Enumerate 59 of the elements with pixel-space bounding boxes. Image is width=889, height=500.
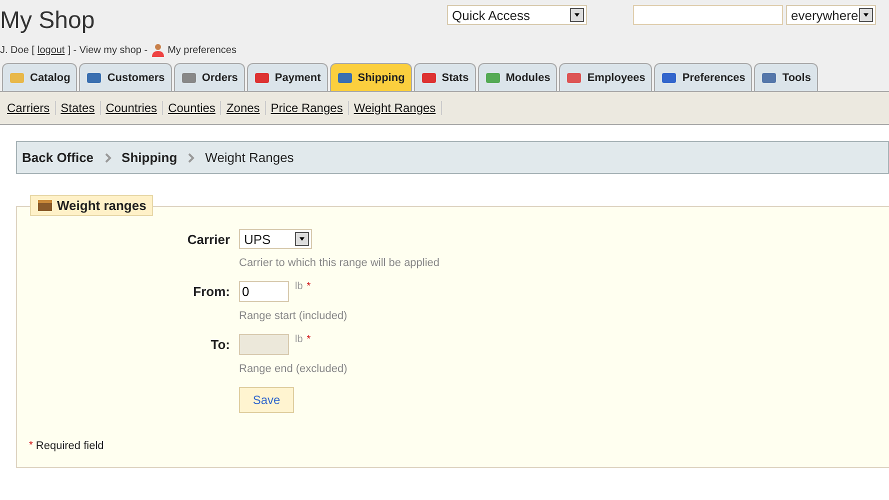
tab-icon xyxy=(420,70,437,84)
subnav-link[interactable]: Zones xyxy=(221,101,266,115)
nav-tab[interactable]: Employees xyxy=(559,63,652,91)
field-hint: Range end (excluded) xyxy=(239,363,348,375)
nav-tab[interactable]: Tools xyxy=(754,63,818,91)
tab-icon xyxy=(180,70,197,84)
nav-tab[interactable]: Catalog xyxy=(2,63,78,91)
carrier-select[interactable]: UPS xyxy=(239,229,312,249)
search-field[interactable] xyxy=(633,5,783,25)
tab-icon xyxy=(761,70,778,84)
quick-access-select[interactable]: Quick Access xyxy=(447,5,587,25)
field-hint: Carrier to which this range will be applied xyxy=(239,257,440,269)
subnav-link[interactable]: Weight Ranges xyxy=(348,101,442,115)
unit-text: lb xyxy=(295,334,303,345)
user-text: J. Doe [ xyxy=(0,44,34,56)
nav-tab[interactable]: Preferences xyxy=(654,63,752,91)
chevron-icon xyxy=(104,152,112,162)
tab-icon xyxy=(661,70,678,84)
breadcrumb-item: Weight Ranges xyxy=(205,150,294,165)
field-label: To: xyxy=(210,336,231,354)
field-label: From: xyxy=(192,283,231,301)
subnav-link[interactable]: Price Ranges xyxy=(266,101,349,115)
logout-link[interactable]: logout xyxy=(37,44,65,56)
required-mark: * xyxy=(306,334,311,345)
nav-tab[interactable]: Payment xyxy=(246,63,328,91)
chevron-icon xyxy=(187,152,196,162)
shop-title: My Shop xyxy=(0,7,96,35)
person-icon xyxy=(150,43,165,57)
tab-icon xyxy=(484,70,501,84)
unit-text: lb xyxy=(295,281,303,292)
search-scope-select[interactable]: everywhere xyxy=(786,5,876,25)
input-field[interactable] xyxy=(239,334,289,355)
nav-tab[interactable]: Customers xyxy=(79,63,172,91)
save-button[interactable]: Save xyxy=(239,387,294,413)
required-note: Required field xyxy=(36,440,104,452)
field-hint: Range start (included) xyxy=(239,310,348,322)
preferences-link[interactable]: My preferences xyxy=(168,44,236,56)
view-shop-text: ] - View my shop - xyxy=(68,44,148,56)
nav-tab[interactable]: Shipping xyxy=(330,63,412,91)
input-field[interactable]: 0 xyxy=(239,281,289,302)
required-mark: * xyxy=(306,281,311,292)
legend-text: Weight ranges xyxy=(57,198,146,213)
nav-tab[interactable]: Orders xyxy=(174,63,245,91)
nav-tab[interactable]: Stats xyxy=(414,63,476,91)
box-icon xyxy=(37,198,53,212)
tab-icon xyxy=(566,70,582,84)
subnav-link[interactable]: Carriers xyxy=(2,101,56,115)
field-label: Carrier xyxy=(186,231,231,249)
breadcrumb-item[interactable]: Shipping xyxy=(122,150,178,165)
tab-icon xyxy=(254,70,270,84)
breadcrumb-item[interactable]: Back Office xyxy=(22,150,94,165)
required-mark: * xyxy=(29,440,33,452)
subnav-link[interactable]: Counties xyxy=(163,101,222,115)
subnav-link[interactable]: States xyxy=(56,101,101,115)
tab-icon xyxy=(86,70,102,84)
tab-icon xyxy=(336,70,353,84)
nav-tab[interactable]: Modules xyxy=(478,63,558,91)
subnav-link[interactable]: Countries xyxy=(100,101,164,115)
tab-icon xyxy=(9,70,25,84)
